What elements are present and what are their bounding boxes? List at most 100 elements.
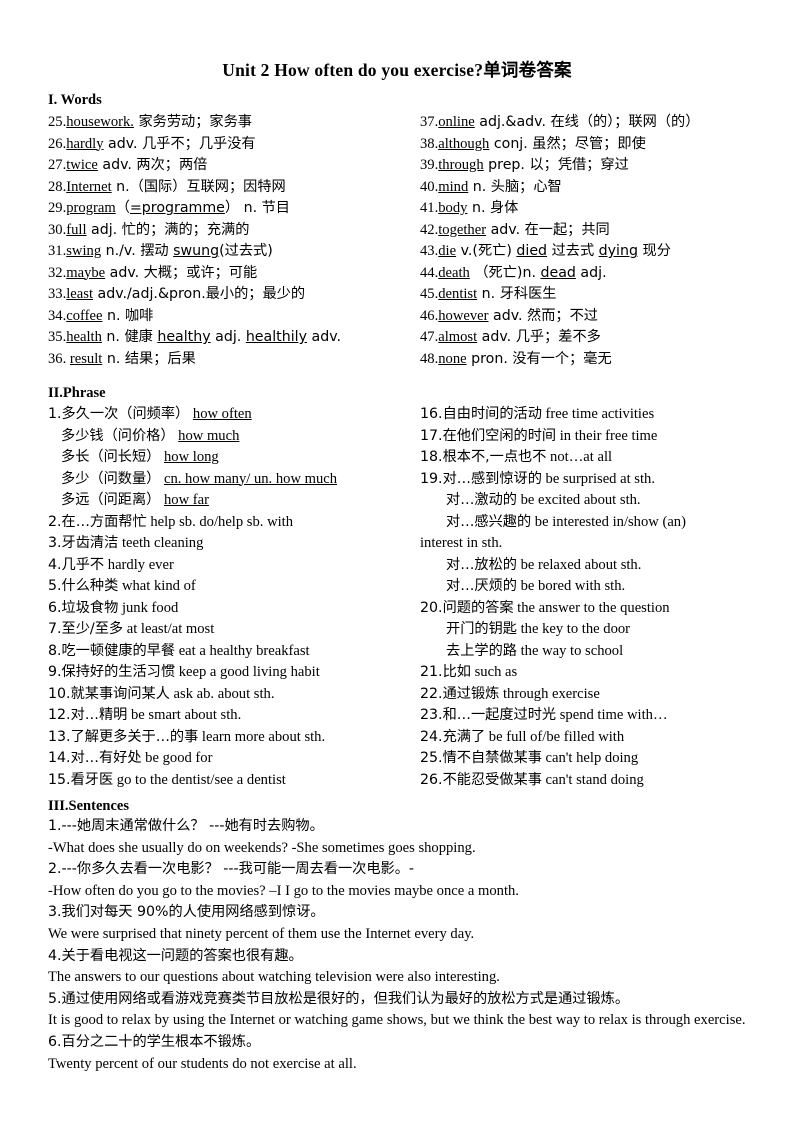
phrase-entry-chinese: 6.垃圾食物	[48, 599, 119, 616]
phrase-entry-chinese: 对…激动的	[446, 492, 517, 508]
phrase-entry-chinese: 多少（问数量）	[61, 470, 161, 487]
phrase-entry: 22.通过锻炼 through exercise	[420, 684, 754, 706]
phrase-entry-english: be surprised at sth.	[545, 470, 655, 487]
phrase-entry: 8.吃一顿健康的早餐 eat a healthy breakfast	[48, 641, 420, 663]
phrase-entry-english: keep a good living habit	[178, 664, 320, 680]
word-entry-number: 29.	[48, 200, 67, 216]
word-entry-meaning: adj.&adv. 在线（的）；联网（的）	[474, 114, 700, 130]
phrase-entry: 19.对…感到惊讶的 be surprised at sth.	[420, 469, 754, 491]
phrase-entry-chinese: 20.问题的答案	[420, 599, 514, 616]
phrase-entry-chinese: 开门的钥匙	[446, 621, 517, 637]
phrase-entry-english: teeth cleaning	[121, 535, 204, 551]
word-entry-meaning: n. 结果；后果	[102, 350, 196, 367]
word-entry-number: 42.	[420, 221, 439, 238]
phrase-entry: 24.充满了 be full of/be filled with	[420, 727, 754, 749]
word-entry-number: 47.	[420, 329, 439, 345]
phrase-entry-chinese: 8.吃一顿健康的早餐	[48, 642, 176, 659]
sentences-body: 1.---她周末通常做什么？ ---她有时去购物。 -What does she …	[48, 816, 754, 1075]
sentence-chinese: 2.---你多久去看一次电影？ ---我可能一周去看一次电影。-	[48, 861, 415, 878]
phrase-entry-chinese: 10.就某事询问某人	[48, 685, 170, 702]
word-entry-term: program	[66, 200, 116, 216]
phrase-entry-chinese: 14.对…有好处	[48, 750, 142, 766]
word-entry: 35.health n. 健康 healthy adj. healthily a…	[48, 327, 420, 349]
word-entry-meaning: adv. 大概；或许；可能	[105, 264, 258, 281]
sentence-item: 5.通过使用网络或看游戏竞赛类节目放松是很好的，但我们认为最好的放松方式是通过锻…	[48, 989, 754, 1032]
phrase-entry-english: eat a healthy breakfast	[178, 642, 310, 659]
phrase-entry-chinese: 17.在他们空闲的时间	[420, 427, 557, 444]
phrase-entry-english: how much	[178, 427, 240, 444]
word-entry-number: 40.	[420, 178, 439, 195]
phrase-entry-chinese: 9.保持好的生活习惯	[48, 664, 176, 680]
word-entry: 32.maybe adv. 大概；或许；可能	[48, 263, 420, 285]
word-entry-number: 43.	[420, 243, 439, 259]
phrase-entry-english: at least/at most	[126, 621, 215, 637]
words-heading: I. Words	[48, 92, 102, 108]
word-entry-meaning: adv. 两次；两倍	[97, 157, 208, 173]
word-entry-term: hardly	[66, 135, 104, 152]
word-entry-number: 25.	[48, 114, 67, 130]
word-entry-term: although	[438, 135, 490, 152]
word-entry: 29.program（=programme） n. 节目	[48, 198, 420, 220]
word-entry-term: coffee	[66, 307, 103, 324]
sentences-heading: III.Sentences	[48, 798, 129, 814]
word-entry-number: 45.	[420, 286, 439, 302]
phrase-entry-english: ask ab. about sth.	[173, 685, 275, 702]
word-entry-term: Internet	[66, 178, 112, 195]
phrase-entry-english: be full of/be filled with	[488, 728, 625, 745]
phrase-entry-english: cn. how many/ un. how much	[163, 470, 338, 487]
phrase-entry-english: the answer to the question	[517, 599, 670, 616]
word-entry: 30.full adj. 忙的；满的；充满的	[48, 220, 420, 242]
phrase-entry-english: interest in sth.	[420, 535, 503, 551]
phrase-entry: 多长（问长短） how long	[48, 447, 420, 469]
phrase-column-right: 16.自由时间的活动 free time activities 17.在他们空闲的…	[420, 404, 754, 791]
phrase-entry: 13.了解更多关于…的事 learn more about sth.	[48, 727, 420, 749]
phrase-entry: 15.看牙医 go to the dentist/see a dentist	[48, 770, 420, 792]
phrase-entry-english: what kind of	[121, 578, 196, 594]
phrase-entry-chinese: 多长（问长短）	[61, 449, 161, 465]
phrase-entry-chinese: 22.通过锻炼	[420, 685, 500, 702]
word-entry-term: health	[66, 329, 102, 345]
phrase-entry-chinese: 16.自由时间的活动	[420, 406, 542, 422]
phrase-entry: 多少（问数量） cn. how many/ un. how much	[48, 469, 420, 491]
word-entry: 38.although conj. 虽然；尽管；即使	[420, 134, 754, 156]
phrase-entry-english: go to the dentist/see a dentist	[116, 771, 286, 788]
sentence-english: It is good to relax by using the Interne…	[48, 1012, 746, 1029]
word-entry-meaning: adv. 然而；不过	[488, 307, 598, 324]
word-entry: 47.almost adv. 几乎；差不多	[420, 327, 754, 349]
words-column-left: 25.housework. 家务劳动；家务事 26.hardly adv. 几乎不…	[48, 112, 420, 370]
sentence-item: 1.---她周末通常做什么？ ---她有时去购物。 -What does she …	[48, 816, 754, 859]
phrase-entry-chinese: 21.比如	[420, 664, 471, 680]
phrase-entry-chinese: 12.对…精明	[48, 707, 128, 723]
phrase-entry-english: can't stand doing	[545, 771, 644, 788]
word-entry-meaning: n. 头脑；心智	[468, 178, 562, 195]
word-entry-meaning: （死亡)n. dead adj.	[469, 264, 607, 281]
phrase-entry-english: be smart about sth.	[130, 707, 242, 723]
phrase-entry: 6.垃圾食物 junk food	[48, 598, 420, 620]
phrase-entry: 23.和…一起度过时光 spend time with…	[420, 705, 754, 727]
word-entry: 37.online adj.&adv. 在线（的）；联网（的）	[420, 112, 754, 134]
word-entry-number: 36.	[48, 350, 70, 367]
phrase-entry-chinese: 对…感兴趣的	[446, 513, 532, 530]
word-entry-number: 27.	[48, 157, 67, 173]
word-entry-number: 39.	[420, 157, 439, 173]
word-entry-number: 34.	[48, 307, 67, 324]
phrase-entry-chinese: 4.几乎不	[48, 556, 105, 573]
phrase-entry-chinese: 多少钱（问价格）	[61, 427, 175, 444]
word-entry-term: together	[438, 221, 487, 238]
word-entry-meaning: pron. 没有一个；毫无	[466, 350, 612, 367]
word-entry-number: 26.	[48, 135, 67, 152]
phrase-entry: 25.情不自禁做某事 can't help doing	[420, 748, 754, 770]
word-entry-meaning: conj. 虽然；尽管；即使	[489, 135, 646, 152]
word-entry-number: 38.	[420, 135, 439, 152]
phrase-entry-english: be bored with sth.	[520, 578, 626, 594]
word-entry-term: almost	[438, 329, 478, 345]
sentence-english: Twenty percent of our students do not ex…	[48, 1055, 357, 1072]
word-entry-meaning: adv. 在一起；共同	[486, 221, 610, 238]
word-entry: 44.death （死亡)n. dead adj.	[420, 263, 754, 285]
sentence-item: 3.我们对每天 90%的人使用网络感到惊讶。 We were surprised …	[48, 902, 754, 945]
word-entry: 33.least adv./adj.&pron.最小的；最少的	[48, 284, 420, 306]
word-entry-term: die	[438, 243, 457, 259]
sentence-chinese: 6.百分之二十的学生根本不锻炼。	[48, 1033, 261, 1050]
page-title: Unit 2 How often do you exercise?单词卷答案	[222, 60, 572, 80]
phrase-entry: 1.多久一次（问频率） how often	[48, 404, 420, 426]
